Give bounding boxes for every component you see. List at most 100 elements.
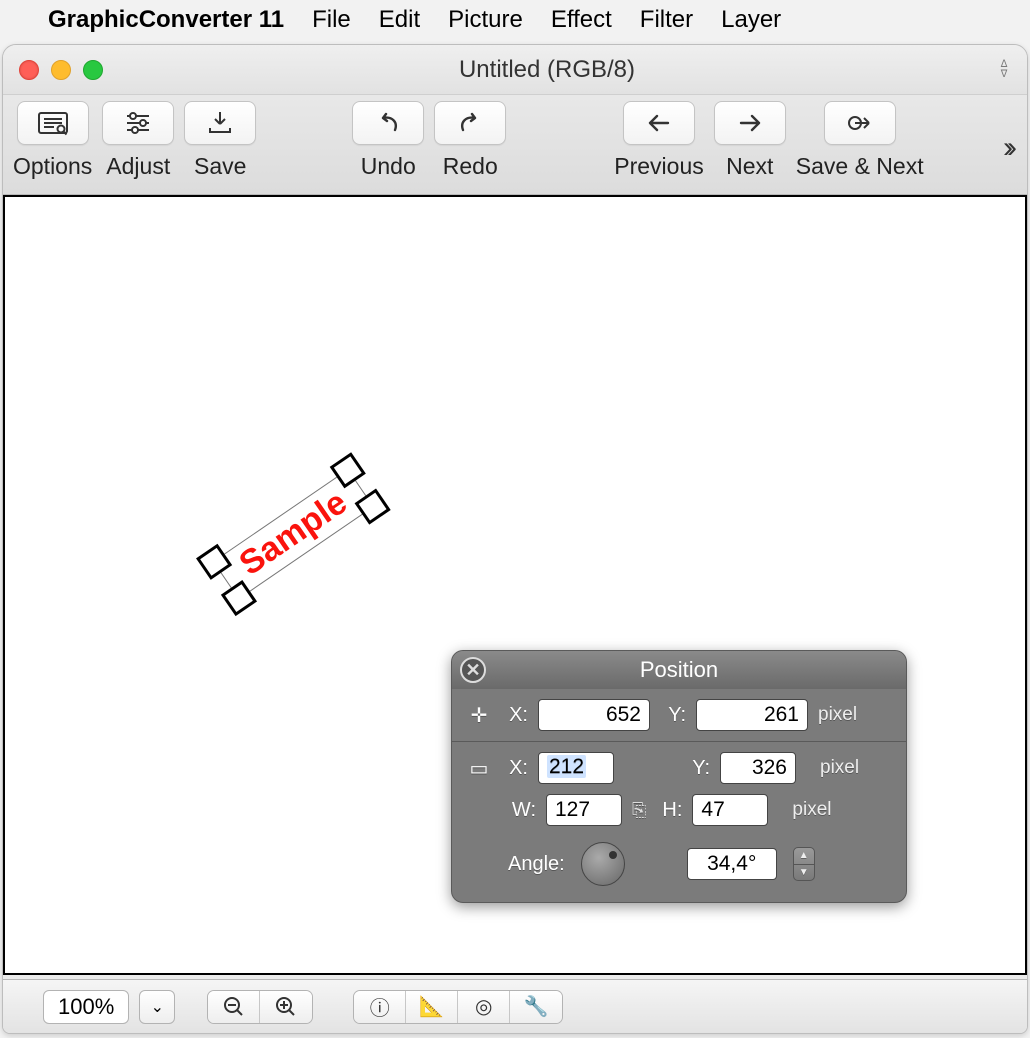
undo-label: Undo (361, 153, 416, 180)
position-panel-title: Position (452, 657, 906, 683)
undo-button[interactable] (352, 101, 424, 145)
window-proxy-chevrons[interactable]: ᐃ ᐁ (991, 61, 1027, 79)
next-label: Next (726, 153, 773, 180)
cursor-x-field[interactable] (538, 699, 650, 731)
zoom-out-button[interactable] (208, 991, 260, 1023)
sel-x-field[interactable]: 212 (538, 752, 614, 784)
menu-layer[interactable]: Layer (721, 6, 781, 34)
redo-icon (453, 108, 487, 138)
undo-icon (371, 108, 405, 138)
adjust-label: Adjust (106, 153, 170, 180)
redo-button[interactable] (434, 101, 506, 145)
redo-label: Redo (443, 153, 498, 180)
sel-unit-2: pixel (792, 799, 831, 821)
cursor-position-row: ✛ X: Y: pixel (466, 699, 892, 731)
zoom-dropdown[interactable]: ⌄ (139, 990, 175, 1024)
position-panel[interactable]: ✕ Position ✛ X: Y: pixel ▭ X: 212 (451, 650, 907, 903)
angle-knob[interactable] (581, 842, 625, 886)
window-controls (3, 60, 103, 80)
options-icon (36, 108, 70, 138)
canvas[interactable]: Sample ✕ Position ✛ X: Y: pixel (3, 195, 1027, 975)
wrench-icon: 🔧 (524, 994, 549, 1019)
menu-picture[interactable]: Picture (448, 6, 523, 34)
position-panel-header[interactable]: ✕ Position (452, 651, 906, 689)
sel-y-label: Y: (684, 757, 710, 780)
arrow-right-icon (733, 108, 767, 138)
angle-field[interactable] (687, 848, 777, 880)
menu-file[interactable]: File (312, 6, 351, 34)
zoom-in-icon (274, 995, 298, 1019)
text-object[interactable]: Sample (173, 493, 413, 573)
resize-handle-bottom-right[interactable] (354, 487, 390, 523)
stepper-down-icon[interactable]: ▼ (794, 865, 814, 881)
sel-x-label: X: (502, 757, 528, 780)
zoom-seg (207, 990, 313, 1024)
menu-edit[interactable]: Edit (379, 6, 420, 34)
options-label: Options (13, 153, 92, 180)
bounds-icon: ▭ (466, 756, 492, 781)
stepper-up-icon[interactable]: ▲ (794, 848, 814, 865)
resize-handle-bottom-left[interactable] (221, 579, 257, 615)
selection-size-row: W: ⎘ H: pixel (466, 794, 892, 826)
info-seg: ⓘ 📐 ◎ 🔧 (353, 990, 563, 1024)
zoom-window-button[interactable] (83, 60, 103, 80)
save-next-icon (843, 108, 877, 138)
close-window-button[interactable] (19, 60, 39, 80)
previous-label: Previous (614, 153, 703, 180)
info-button[interactable]: ⓘ (354, 991, 406, 1023)
toolbar-overflow-button[interactable]: ›› (1003, 131, 1017, 165)
link-icon[interactable]: ⎘ (632, 800, 646, 821)
cursor-x-label: X: (502, 704, 528, 727)
panel-divider (452, 741, 906, 742)
macos-menubar: GraphicConverter 11 File Edit Picture Ef… (0, 0, 1030, 40)
menu-filter[interactable]: Filter (640, 6, 693, 34)
resize-handle-top-left[interactable] (196, 543, 232, 579)
angle-label: Angle: (508, 853, 565, 876)
save-and-next-button[interactable] (824, 101, 896, 145)
sel-w-field[interactable] (546, 794, 622, 826)
crosshair-icon: ✛ (466, 703, 492, 728)
ruler-icon: 📐 (419, 994, 444, 1019)
cursor-unit: pixel (818, 704, 857, 726)
angle-row: Angle: ▲ ▼ (466, 836, 892, 886)
next-button[interactable] (714, 101, 786, 145)
navigator-button[interactable]: ◎ (458, 991, 510, 1023)
status-bar: 100% ⌄ ⓘ 📐 ◎ 🔧 (3, 979, 1027, 1033)
text-object-content: Sample (232, 483, 353, 583)
tools-button[interactable]: 🔧 (510, 991, 562, 1023)
save-next-label: Save & Next (796, 153, 924, 180)
sel-unit-1: pixel (820, 757, 859, 779)
save-icon (203, 108, 237, 138)
selection-origin-row: ▭ X: 212 Y: pixel (466, 752, 892, 784)
target-icon: ◎ (475, 994, 492, 1019)
cursor-y-field[interactable] (696, 699, 808, 731)
chevron-down-icon: ⌄ (151, 997, 164, 1017)
options-button[interactable] (17, 101, 89, 145)
angle-stepper[interactable]: ▲ ▼ (793, 847, 815, 881)
window-title: Untitled (RGB/8) (103, 56, 991, 84)
save-label: Save (194, 153, 246, 180)
document-window: Untitled (RGB/8) ᐃ ᐁ Options Adjust (2, 44, 1028, 1034)
zoom-level[interactable]: 100% (43, 990, 129, 1024)
ruler-button[interactable]: 📐 (406, 991, 458, 1023)
sliders-icon (121, 108, 155, 138)
sel-w-label: W: (502, 799, 536, 822)
close-icon[interactable]: ✕ (460, 657, 486, 683)
menu-effect[interactable]: Effect (551, 6, 612, 34)
sel-y-field[interactable] (720, 752, 796, 784)
zoom-out-icon (222, 995, 246, 1019)
save-button[interactable] (184, 101, 256, 145)
toolbar: Options Adjust Save Undo (3, 95, 1027, 195)
chevron-down-icon: ᐁ (1001, 71, 1008, 79)
resize-handle-top-right[interactable] (329, 451, 365, 487)
minimize-window-button[interactable] (51, 60, 71, 80)
arrow-left-icon (642, 108, 676, 138)
previous-button[interactable] (623, 101, 695, 145)
sel-h-field[interactable] (692, 794, 768, 826)
zoom-in-button[interactable] (260, 991, 312, 1023)
chevron-up-icon: ᐃ (1001, 61, 1008, 69)
cursor-y-label: Y: (660, 704, 686, 727)
adjust-button[interactable] (102, 101, 174, 145)
window-titlebar: Untitled (RGB/8) ᐃ ᐁ (3, 45, 1027, 95)
app-name[interactable]: GraphicConverter 11 (48, 6, 284, 34)
